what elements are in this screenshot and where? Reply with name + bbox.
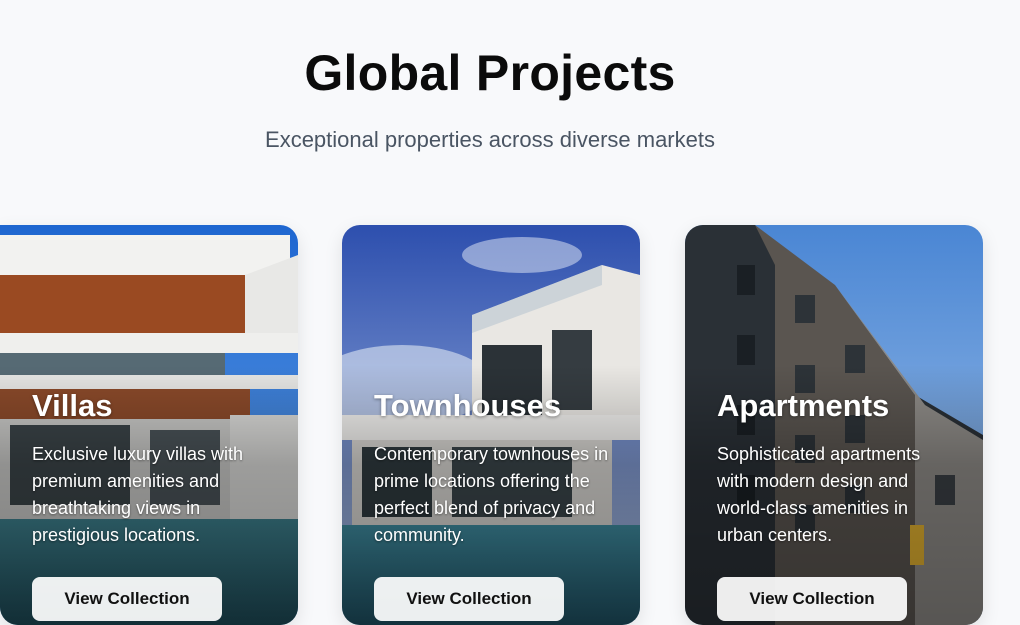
card-description: Exclusive luxury villas with premium ame… (32, 444, 244, 545)
card-title: Villas (32, 388, 113, 423)
project-card-villas[interactable]: Villas Exclusive luxury villas with prem… (0, 225, 298, 625)
view-collection-button[interactable]: View Collection (374, 577, 564, 621)
button-label: View Collection (749, 589, 875, 608)
page-title: Global Projects (304, 45, 676, 101)
card-description: Sophisticated apartments with modern des… (717, 444, 921, 545)
card-description: Contemporary townhouses in prime locatio… (374, 444, 609, 545)
page-subtitle: Exceptional properties across diverse ma… (265, 127, 715, 152)
button-label: View Collection (406, 589, 532, 608)
card-title: Townhouses (374, 388, 562, 423)
view-collection-button[interactable]: View Collection (32, 577, 222, 621)
card-title: Apartments (717, 388, 890, 423)
project-card-townhouses[interactable]: Townhouses Contemporary townhouses in pr… (342, 225, 640, 625)
button-label: View Collection (64, 589, 190, 608)
project-card-apartments[interactable]: Apartments Sophisticated apartments with… (685, 225, 983, 625)
view-collection-button[interactable]: View Collection (717, 577, 907, 621)
